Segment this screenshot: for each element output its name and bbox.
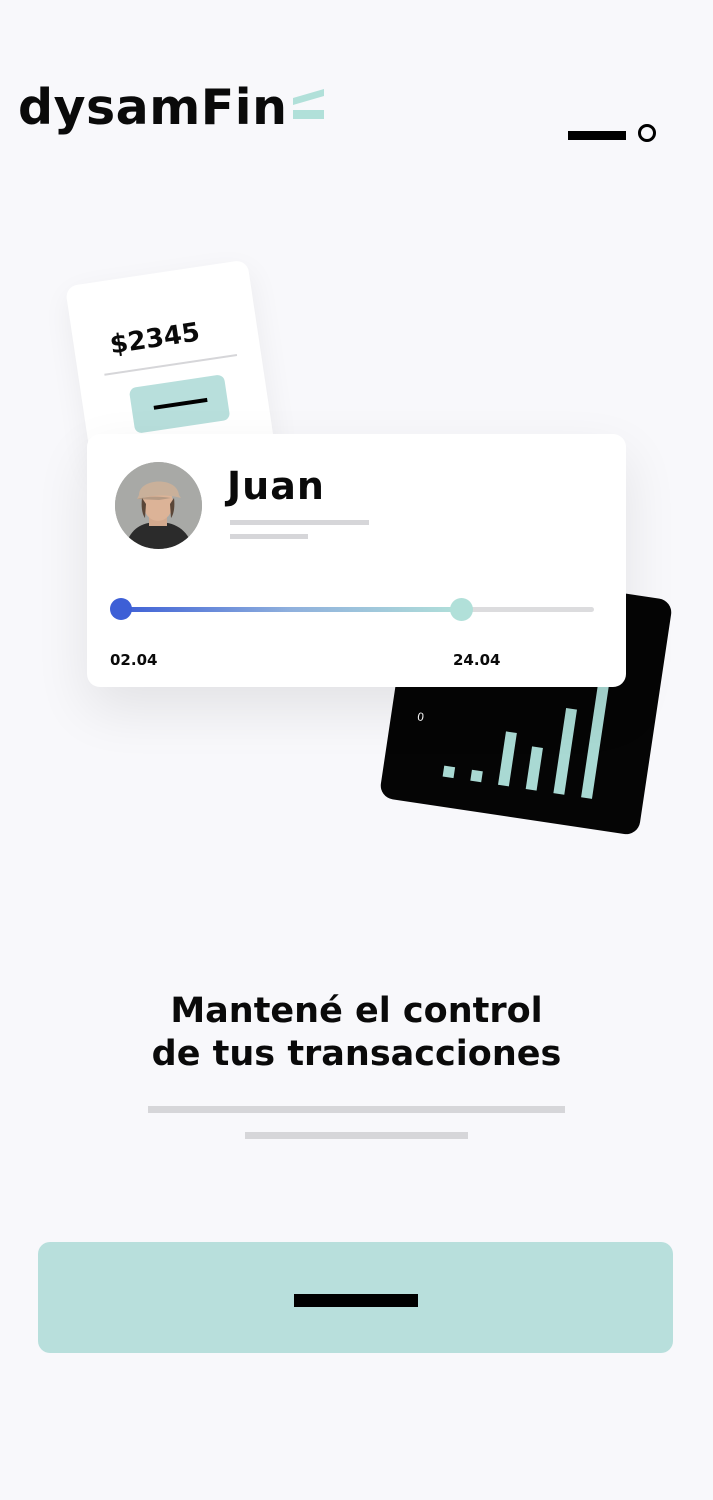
- timeline-end-handle[interactable]: [450, 598, 473, 621]
- headline-line-1: Mantené el control: [170, 991, 543, 1031]
- timeline-start-date: 02.04: [110, 651, 158, 669]
- avatar: [115, 462, 202, 549]
- placeholder-line: [148, 1106, 565, 1113]
- app-logo: dysamFin: [18, 79, 288, 136]
- placeholder-line: [245, 1132, 468, 1139]
- placeholder-dash: [294, 1294, 418, 1307]
- placeholder-line: [230, 520, 369, 525]
- profile-card: Juan 02.04 24.04: [87, 434, 626, 687]
- menu-dash-icon[interactable]: [568, 131, 626, 140]
- placeholder-dash: [153, 397, 208, 410]
- user-name: Juan: [227, 464, 325, 508]
- y-tick-label: 0: [416, 710, 426, 725]
- chevron-stack-icon: [293, 89, 324, 119]
- timeline-end-date: 24.04: [453, 651, 501, 669]
- timeline-start-handle[interactable]: [110, 598, 132, 620]
- chart-bar: [442, 765, 456, 779]
- user-photo-avatar: [115, 462, 202, 549]
- menu-dot-icon[interactable]: [638, 124, 656, 142]
- chart-bar: [553, 708, 577, 795]
- chart-bar: [498, 731, 517, 787]
- chart-bar: [470, 769, 483, 783]
- onboarding-headline: Mantené el control de tus transacciones: [0, 990, 713, 1076]
- placeholder-line: [230, 534, 308, 539]
- timeline-progress: [120, 607, 461, 612]
- primary-cta-button[interactable]: [38, 1242, 673, 1353]
- chart-bar: [525, 746, 543, 791]
- balance-action-button[interactable]: [128, 374, 231, 434]
- balance-amount: $2345: [107, 317, 202, 361]
- headline-line-2: de tus transacciones: [151, 1034, 562, 1074]
- chart-bar: [581, 680, 610, 799]
